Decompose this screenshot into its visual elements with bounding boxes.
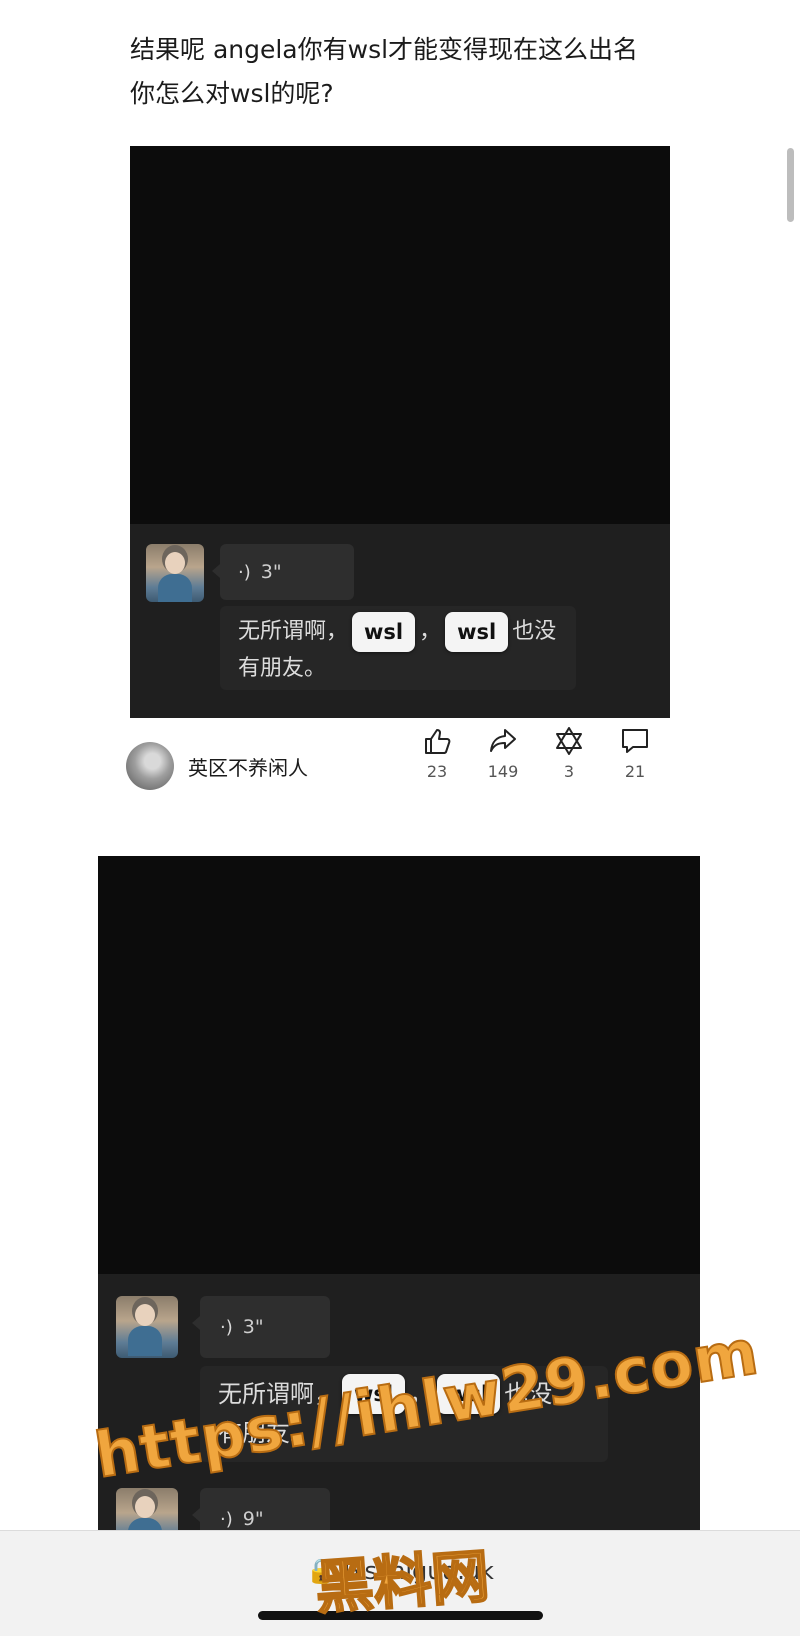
voice-message-bubble[interactable]: ·) 3" bbox=[212, 544, 354, 600]
voice-duration: 3" bbox=[242, 1316, 264, 1338]
message-text-after: 也没 bbox=[512, 619, 557, 644]
voice-wave-icon: ·) bbox=[238, 561, 251, 583]
voice-duration: 9" bbox=[242, 1508, 264, 1530]
star-of-david-icon bbox=[556, 727, 582, 755]
comment-bubble-icon bbox=[622, 729, 648, 753]
watermark-name: 黑料网 bbox=[312, 1541, 492, 1623]
like-count: 23 bbox=[426, 762, 448, 781]
scrollbar[interactable] bbox=[787, 148, 794, 222]
author-name[interactable]: 英区不养闲人 bbox=[188, 752, 308, 781]
like-button[interactable]: 23 bbox=[412, 726, 462, 781]
sender-avatar bbox=[116, 1296, 178, 1358]
message-text-middle: ， bbox=[419, 619, 442, 644]
collect-count: 3 bbox=[563, 762, 575, 781]
message-text-line2: 有朋友。 bbox=[238, 656, 327, 681]
post-action-bar: 英区不养闲人 23 149 3 21 bbox=[126, 718, 686, 808]
comment-button[interactable]: 21 bbox=[610, 726, 660, 781]
post-text: 结果呢 angela你有wsl才能变得现在这么出名 你怎么对wsl的呢? bbox=[130, 35, 639, 108]
message-text-before: 无所谓啊， bbox=[238, 619, 349, 644]
voice-duration: 3" bbox=[260, 561, 282, 583]
chat-panel: ·) 3" 无所谓啊， wsl ， wsl 也没 有朋友。 bbox=[130, 524, 670, 718]
share-arrow-icon bbox=[490, 729, 516, 752]
comment-count: 21 bbox=[624, 762, 646, 781]
text-message-bubble: 无所谓啊， wsl ， wsl 也没 有朋友。 bbox=[220, 606, 576, 690]
voice-message-bubble[interactable]: ·) 3" bbox=[192, 1296, 330, 1358]
video-area bbox=[130, 146, 670, 524]
embedded-screenshot-1[interactable]: ·) 3" 无所谓啊， wsl ， wsl 也没 有朋友。 bbox=[130, 146, 670, 718]
voice-message-bubble[interactable]: ·) 9" bbox=[192, 1488, 330, 1530]
collect-button[interactable]: 3 bbox=[544, 726, 594, 781]
sender-avatar bbox=[146, 544, 204, 602]
share-count: 149 bbox=[487, 762, 519, 781]
wsl-tag: wsl bbox=[445, 612, 509, 652]
author-avatar[interactable] bbox=[126, 742, 174, 790]
sender-avatar bbox=[116, 1488, 178, 1530]
share-button[interactable]: 149 bbox=[478, 726, 528, 781]
voice-wave-icon: ·) bbox=[220, 1508, 233, 1530]
video-area bbox=[98, 856, 700, 1274]
thumbs-up-icon bbox=[425, 729, 451, 754]
voice-wave-icon: ·) bbox=[220, 1316, 233, 1338]
wsl-tag: wsl bbox=[352, 612, 416, 652]
